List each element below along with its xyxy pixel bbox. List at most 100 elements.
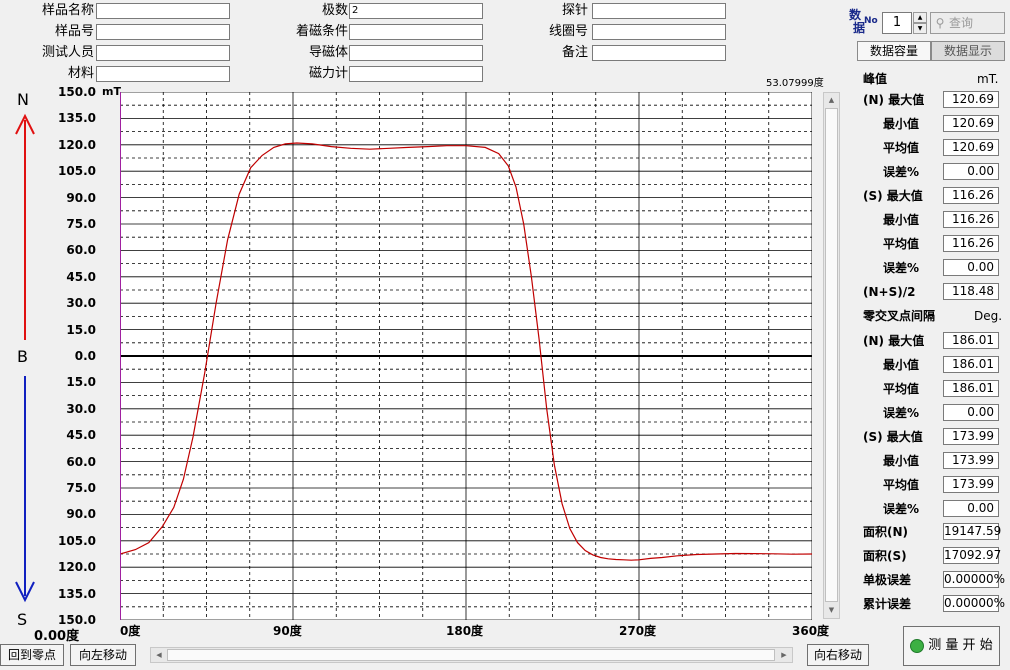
magnetize-cond-field[interactable]: [349, 24, 483, 40]
x-tick-label: 180度: [446, 624, 484, 638]
zero-cross-row-label: 平均值: [883, 382, 920, 396]
y-tick-label: 45.0: [66, 269, 96, 284]
summary-row-value: 17092.97: [943, 547, 1002, 564]
zero-cross-row-value: 186.01: [943, 332, 999, 349]
y-tick-label: 75.0: [66, 481, 96, 495]
peak-row-label: 平均值: [883, 141, 920, 155]
summary-row-value: 0.00000%: [943, 595, 1006, 612]
move-right-button[interactable]: 向右移动: [807, 644, 869, 666]
zero-cross-row-label: (S) 最大值: [863, 430, 923, 444]
horizontal-scroll-thumb[interactable]: [167, 649, 775, 661]
zero-cross-row-value: 173.99: [943, 476, 999, 493]
peak-row-label: 误差%: [883, 165, 920, 179]
tab-data-capacity[interactable]: 数据容量: [857, 41, 931, 61]
data-label: 数 据: [849, 9, 865, 35]
y-tick-label: 135.0: [58, 111, 96, 126]
x-tick-label: 270度: [619, 624, 657, 638]
tab-data-display[interactable]: 数据显示: [931, 41, 1005, 61]
peak-row-value: 118.48: [943, 283, 999, 300]
peak-unit: mT.: [977, 72, 999, 86]
probe-label: 探针: [561, 3, 588, 18]
scroll-up-icon[interactable]: ▲: [825, 94, 838, 107]
south-pole-label: S: [17, 610, 28, 629]
query-button[interactable]: ⚲ 查询: [930, 12, 1005, 34]
zero-cross-row-value: 186.01: [943, 380, 999, 397]
pole-count-label: 极数: [321, 3, 348, 18]
y-tick-label: 120.0: [58, 137, 96, 152]
material-field[interactable]: [96, 66, 230, 82]
x-tick-label: 0度: [120, 624, 141, 638]
summary-row-label: 面积(S): [863, 549, 907, 563]
peak-row-value: 120.69: [943, 139, 999, 156]
zero-cross-title: 零交叉点间隔: [863, 309, 936, 323]
magnetometer-field[interactable]: [349, 66, 483, 82]
sample-no-field[interactable]: [96, 24, 230, 40]
zero-cross-row-label: 平均值: [883, 478, 920, 492]
field-chart[interactable]: [120, 92, 812, 620]
pole-count-field[interactable]: 2: [349, 3, 483, 19]
y-tick-label: 90.0: [66, 507, 96, 522]
peak-row-value: 116.26: [943, 187, 999, 204]
summary-row-label: 面积(N): [863, 525, 909, 539]
move-left-button[interactable]: 向左移动: [70, 644, 136, 666]
peak-row-label: 最小值: [883, 213, 920, 227]
summary-row-label: 单极误差: [863, 573, 912, 587]
peak-row-value: 0.00: [943, 163, 999, 180]
horizontal-scrollbar[interactable]: ◀ ▶: [150, 647, 793, 663]
north-pole-label: N: [17, 90, 29, 109]
peak-row-label: (N+S)/2: [863, 285, 916, 299]
y-tick-label: 60.0: [66, 243, 96, 258]
peak-row-label: (S) 最大值: [863, 189, 923, 203]
query-label: 查询: [949, 16, 974, 30]
zero-cross-row-label: 最小值: [883, 358, 920, 372]
zero-cross-row-label: 误差%: [883, 502, 920, 516]
data-no-input[interactable]: 1: [882, 12, 912, 34]
coil-no-field[interactable]: [592, 24, 726, 40]
peak-row-value: 0.00: [943, 259, 999, 276]
sample-name-field[interactable]: [96, 3, 230, 19]
vertical-scroll-thumb[interactable]: [825, 108, 838, 602]
sample-no-label: 样品号: [54, 24, 94, 39]
peak-row-value: 120.69: [943, 115, 999, 132]
spin-down-button[interactable]: ▼: [913, 23, 927, 34]
back-to-zero-button[interactable]: 回到零点: [0, 644, 64, 666]
peak-row-label: (N) 最大值: [863, 93, 925, 107]
peak-row-label: 平均值: [883, 237, 920, 251]
scroll-left-icon[interactable]: ◀: [152, 648, 166, 662]
scroll-right-icon[interactable]: ▶: [777, 648, 791, 662]
spin-up-button[interactable]: ▲: [913, 12, 927, 23]
y-tick-label: 105.0: [58, 164, 96, 179]
y-tick-label: 105.0: [58, 533, 96, 548]
angle-readout: 53.07999度: [766, 78, 824, 89]
no-label: No: [864, 16, 878, 26]
scroll-down-icon[interactable]: ▼: [825, 604, 838, 617]
zero-cross-row-label: (N) 最大值: [863, 334, 925, 348]
y-tick-label: 150.0: [58, 85, 96, 99]
data-label-bottom: 据: [853, 21, 866, 35]
tester-label: 测试人员: [41, 45, 94, 60]
zero-cross-row-label: 最小值: [883, 454, 920, 468]
y-tick-label: 135.0: [58, 586, 96, 601]
summary-row-value: 0.00000%: [943, 571, 1006, 588]
yoke-field[interactable]: [349, 45, 483, 61]
probe-field[interactable]: [592, 3, 726, 19]
peak-row-value: 116.26: [943, 235, 999, 252]
magnetize-cond-label: 着磁条件: [295, 24, 348, 39]
coil-no-label: 线圈号: [548, 24, 588, 39]
y-tick-label: 15.0: [66, 375, 96, 390]
remark-field[interactable]: [592, 45, 726, 61]
grid: [120, 92, 812, 620]
magnetometer-label: 磁力计: [308, 66, 348, 81]
y-tick-label: 60.0: [66, 454, 96, 469]
start-icon: [910, 638, 925, 653]
y-tick-label: 90.0: [66, 190, 96, 205]
peak-row-value: 120.69: [943, 91, 999, 108]
search-icon: ⚲: [935, 16, 945, 30]
y-tick-label: 75.0: [66, 217, 96, 231]
x-tick-label: 360度: [792, 624, 830, 638]
peak-row-value: 116.26: [943, 211, 999, 228]
tester-field[interactable]: [96, 45, 230, 61]
zero-cross-row-label: 误差%: [883, 406, 920, 420]
vertical-scrollbar[interactable]: ▲ ▼: [823, 92, 840, 619]
start-measure-button[interactable]: 测 量 开 始: [903, 626, 1000, 666]
